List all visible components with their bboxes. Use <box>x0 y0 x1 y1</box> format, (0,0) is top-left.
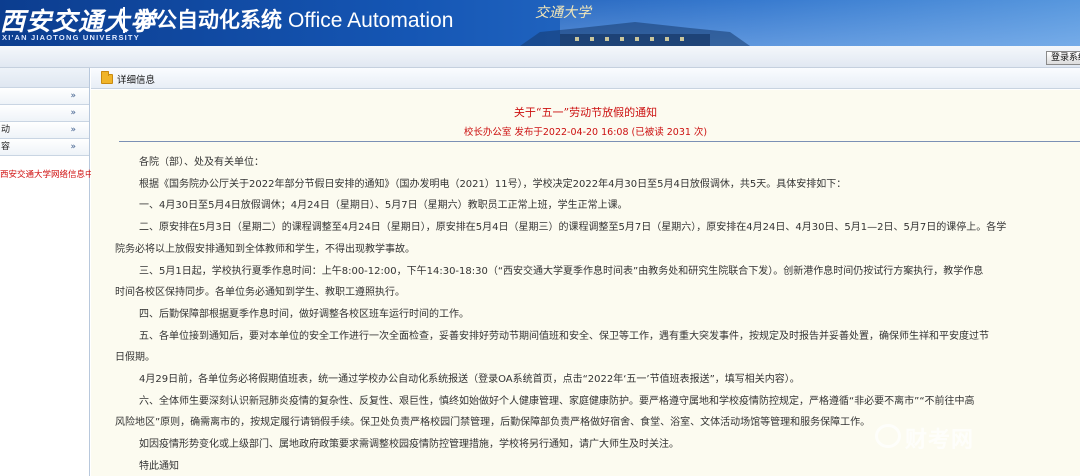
folder-icon <box>101 71 113 84</box>
login-system-button[interactable]: 登录系统 <box>1046 51 1080 65</box>
double-chevron-right-icon: » <box>70 142 76 152</box>
paragraph: 4月29日前，各单位务必将假期值班表，统一通过学校办公自动化系统报送（登录OA系… <box>139 374 800 386</box>
top-toolbar: 登录系统 <box>0 46 1080 68</box>
double-chevron-right-icon: » <box>70 91 76 101</box>
sidebar-header <box>0 68 89 88</box>
paragraph: 五、各单位接到通知后，要对本单位的安全工作进行一次全面检查，妥善安排好劳动节期间… <box>139 330 989 342</box>
paragraph: 一、4月30日至5月4日放假调休；4月24日（星期日）、5月7日（星期六）教职员… <box>139 200 628 212</box>
university-logo-en: XI'AN JIAOTONG UNIVERSITY <box>2 33 140 42</box>
roof-sign-text: 交通大学 <box>535 5 591 21</box>
system-title-cn: 办公自动化系统 <box>135 8 282 32</box>
sidebar-item-3[interactable]: 动 » <box>0 122 89 139</box>
paragraph: 如因疫情形势变化或上级部门、属地政府政策要求需调整校园疫情防控管理措施，学校将另… <box>139 439 679 451</box>
sidebar-item-1[interactable]: » <box>0 88 89 105</box>
title-divider <box>119 141 1080 142</box>
paragraph-continued: 院务必将以上放假安排通知到全体教师和学生，不得出现教学事故。 <box>115 243 415 255</box>
paragraph-closing: 特此通知 <box>139 460 179 472</box>
detail-tab-bar: 详细信息 <box>91 68 1080 89</box>
paragraph-salutation: 各院（部）、处及有关单位： <box>139 157 264 168</box>
double-chevron-right-icon: » <box>70 108 76 118</box>
sidebar-item-label: 动 <box>1 125 11 135</box>
paragraph: 二、原安排在5月3日（星期二）的课程调整至4月24日（星期日），原安排在5月4日… <box>139 222 1007 234</box>
building-roof-image <box>520 22 750 46</box>
paragraph-continued: 风险地区”原则，确需离市的，按规定履行请销假手续。保卫处负责严格校园门禁管理，后… <box>115 417 871 429</box>
paragraph: 四、后勤保障部根据夏季作息时间，做好调整各校区班车运行时间的工作。 <box>139 308 469 320</box>
paragraph: 根据《国务院办公厅关于2022年部分节假日安排的通知》（国办发明电（2021）1… <box>139 178 847 190</box>
notice-content: 关于“五一”劳动节放假的通知 校长办公室 发布于2022-04-20 16:08… <box>91 90 1080 476</box>
paragraph-continued: 日假期。 <box>115 352 155 364</box>
double-chevron-right-icon: » <box>70 125 76 135</box>
sidebar-item-label: 容 <box>1 142 11 152</box>
left-sidebar: » » 动 » 容 » 西安交通大学网络信息中心 <box>0 68 102 476</box>
title-separator <box>123 7 125 33</box>
paragraph: 六、全体师生要深刻认识新冠肺炎疫情的复杂性、反复性、艰巨性，慎终如始做好个人健康… <box>139 395 975 407</box>
sidebar-item-4[interactable]: 容 » <box>0 139 89 156</box>
system-title-en: Office Automation <box>288 9 454 32</box>
header-banner: 交通大学 西安交通大学 XI'AN JIAOTONG UNIVERSITY 办公… <box>0 0 1080 46</box>
notice-meta: 校长办公室 发布于2022-04-20 16:08 (已被读 2031 次) <box>463 127 708 138</box>
tab-detail-info[interactable]: 详细信息 <box>117 72 155 86</box>
paragraph-continued: 时间各校区保持同步。各单位务必通知到学生、教职工遵照执行。 <box>115 287 405 299</box>
system-title: 办公自动化系统 Office Automation <box>135 4 453 34</box>
notice-title: 关于“五一”劳动节放假的通知 <box>513 106 658 119</box>
network-center-link[interactable]: 西安交通大学网络信息中心 <box>0 168 102 180</box>
sidebar-item-2[interactable]: » <box>0 105 89 122</box>
paragraph: 三、5月1日起，学校执行夏季作息时间：上午8:00-12:00，下午14:30-… <box>139 265 984 277</box>
notice-body: 各院（部）、处及有关单位： 根据《国务院办公厅关于2022年部分节假日安排的通知… <box>115 152 1080 476</box>
